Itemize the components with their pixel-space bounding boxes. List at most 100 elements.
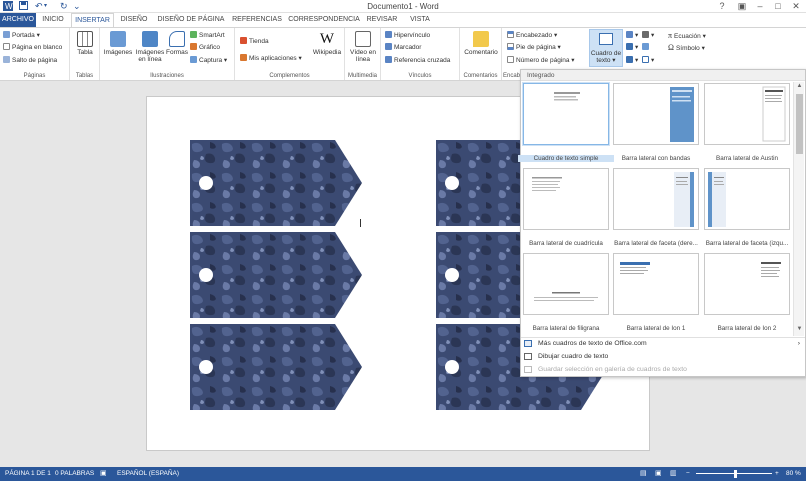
- mis-aplicaciones-button[interactable]: Mis aplicaciones ▾: [240, 54, 302, 63]
- signature-line-button[interactable]: ▾: [642, 31, 654, 40]
- office-com-icon: [524, 340, 532, 347]
- smartart-icon: [190, 31, 197, 38]
- encabezado-button[interactable]: Encabezado ▾: [507, 31, 557, 40]
- online-pictures-icon: [142, 31, 158, 47]
- word-count[interactable]: 0 PALABRAS: [55, 467, 94, 481]
- group-ilustraciones: Imágenes Imágenes en línea Formas SmartA…: [100, 28, 235, 80]
- draw-text-box-icon: [524, 353, 532, 360]
- more-text-boxes-menu-item[interactable]: Más cuadros de texto de Office.com ›: [520, 337, 806, 350]
- marcador-button[interactable]: Marcador: [385, 43, 421, 52]
- portada-button[interactable]: Portada ▾: [3, 31, 40, 40]
- ecuacion-button[interactable]: π Ecuación ▾: [668, 31, 706, 41]
- tab-insertar[interactable]: INSERTAR: [71, 13, 114, 28]
- gallery-caption: Barra lateral de filigrana: [532, 325, 600, 332]
- referencia-cruzada-button[interactable]: Referencia cruzada: [385, 56, 450, 65]
- date-time-button[interactable]: [642, 43, 651, 52]
- tab-vista[interactable]: VISTA: [404, 13, 436, 27]
- footer-icon: [507, 43, 514, 50]
- object-button[interactable]: ▾: [642, 56, 654, 65]
- signature-icon: [642, 31, 649, 38]
- tienda-button[interactable]: Tienda: [240, 37, 269, 46]
- gallery-item-ion-2[interactable]: [704, 253, 790, 315]
- gift-tag[interactable]: [190, 140, 362, 226]
- tab-correspondencia[interactable]: CORRESPONDENCIA: [288, 13, 360, 27]
- ribbon-tabs: ARCHIVO INICIO INSERTAR DISEÑO DISEÑO DE…: [0, 13, 806, 28]
- web-layout-icon[interactable]: ▥: [670, 467, 677, 481]
- gallery-item-simple[interactable]: [523, 83, 609, 145]
- proofing-icon[interactable]: ▣: [100, 467, 107, 481]
- comentario-button[interactable]: Comentario: [462, 31, 500, 56]
- group-complementos: Tienda Mis aplicaciones ▾ W Wikipedia Co…: [235, 28, 345, 80]
- gallery-item-filigrana[interactable]: [523, 253, 609, 315]
- gallery-item-faceta-derecha[interactable]: [613, 168, 699, 230]
- tab-archivo[interactable]: ARCHIVO: [0, 13, 36, 27]
- gallery-header: Integrado: [521, 70, 805, 81]
- my-apps-icon: [240, 54, 247, 61]
- store-icon: [240, 37, 247, 44]
- grafico-button[interactable]: Gráfico: [190, 43, 220, 52]
- draw-text-box-menu-item[interactable]: Dibujar cuadro de texto: [520, 350, 806, 363]
- group-tablas: Tabla Tablas: [70, 28, 100, 80]
- scroll-up-icon[interactable]: ▲: [795, 83, 804, 92]
- video-button[interactable]: Vídeo en línea: [348, 31, 378, 63]
- status-bar: PÁGINA 1 DE 1 0 PALABRAS ▣ ESPAÑOL (ESPA…: [0, 467, 806, 481]
- tab-referencias[interactable]: REFERENCIAS: [230, 13, 284, 27]
- group-label-vinculos: Vínculos: [408, 73, 432, 79]
- hipervinculo-button[interactable]: Hipervínculo: [385, 31, 430, 40]
- group-comentarios: Comentario Comentarios: [460, 28, 502, 80]
- gallery-item-cuadricula[interactable]: [523, 168, 609, 230]
- tab-revisar[interactable]: REVISAR: [363, 13, 401, 27]
- close-button[interactable]: ✕: [784, 0, 806, 13]
- tabla-button[interactable]: Tabla: [72, 31, 98, 56]
- gallery-item-ion-1[interactable]: [613, 253, 699, 315]
- zoom-in-button[interactable]: +: [775, 467, 779, 481]
- gallery-item-faceta-izquierda[interactable]: [704, 168, 790, 230]
- gallery-caption: Barra lateral de Austin: [716, 155, 778, 162]
- scroll-down-icon[interactable]: ▼: [795, 326, 804, 335]
- group-label-complementos: Complementos: [269, 73, 310, 79]
- zoom-level[interactable]: 80 %: [786, 467, 801, 481]
- quick-parts-button[interactable]: ▾: [626, 31, 638, 40]
- group-label-tablas: Tablas: [75, 73, 94, 79]
- scrollbar-thumb[interactable]: [796, 94, 803, 154]
- language-indicator[interactable]: ESPAÑOL (ESPAÑA): [117, 467, 179, 481]
- gallery-scrollbar[interactable]: ▲ ▼: [793, 82, 804, 336]
- drop-cap-button[interactable]: ▾: [626, 56, 638, 65]
- screenshot-icon: [190, 56, 197, 63]
- smartart-button[interactable]: SmartArt: [190, 31, 225, 40]
- quick-parts-icon: [626, 31, 633, 38]
- page-count[interactable]: PÁGINA 1 DE 1: [5, 467, 51, 481]
- cuadro-texto-button[interactable]: Cuadro de texto ▾: [589, 29, 623, 67]
- group-label-ilustraciones: Ilustraciones: [150, 73, 184, 79]
- gift-tag[interactable]: [190, 232, 362, 318]
- imagenes-button[interactable]: Imágenes: [102, 31, 134, 56]
- pagina-blanco-button[interactable]: Página en blanco: [3, 43, 62, 52]
- gift-tag[interactable]: [190, 324, 362, 410]
- print-layout-icon[interactable]: ▣: [655, 467, 662, 481]
- read-mode-icon[interactable]: ▤: [640, 467, 647, 481]
- chart-icon: [190, 43, 197, 50]
- wikipedia-button[interactable]: W Wikipedia: [311, 31, 343, 56]
- wikipedia-icon: W: [319, 31, 335, 47]
- captura-button[interactable]: Captura ▾: [190, 56, 227, 65]
- gallery-item-austin[interactable]: [704, 83, 790, 145]
- pie-pagina-button[interactable]: Pie de página ▾: [507, 43, 561, 52]
- tab-diseno-pagina[interactable]: DISEÑO DE PÁGINA: [155, 13, 227, 27]
- tab-inicio[interactable]: INICIO: [38, 13, 68, 27]
- salto-pagina-button[interactable]: Salto de página: [3, 56, 57, 65]
- numero-pagina-button[interactable]: Número de página ▾: [507, 56, 575, 65]
- zoom-out-button[interactable]: −: [686, 467, 690, 481]
- title-bar: W ↶ ▾ ↻ ⌄ Documento1 - Word ? ▣ – □ ✕: [0, 0, 806, 13]
- gallery-item-bandas[interactable]: [613, 83, 699, 145]
- formas-button[interactable]: Formas: [165, 31, 189, 56]
- zoom-slider-thumb[interactable]: [734, 470, 737, 478]
- wordart-button[interactable]: ▾: [626, 43, 638, 52]
- comment-icon: [473, 31, 489, 47]
- wordart-icon: [626, 43, 633, 50]
- simbolo-button[interactable]: Ω Símbolo ▾: [668, 43, 705, 53]
- gallery-caption: Cuadro de texto simple: [518, 155, 614, 162]
- gallery-caption: Barra lateral con bandas: [621, 155, 691, 162]
- group-paginas: Portada ▾ Página en blanco Salto de pági…: [0, 28, 70, 80]
- tab-diseno[interactable]: DISEÑO: [117, 13, 151, 27]
- imagenes-linea-button[interactable]: Imágenes en línea: [135, 31, 165, 63]
